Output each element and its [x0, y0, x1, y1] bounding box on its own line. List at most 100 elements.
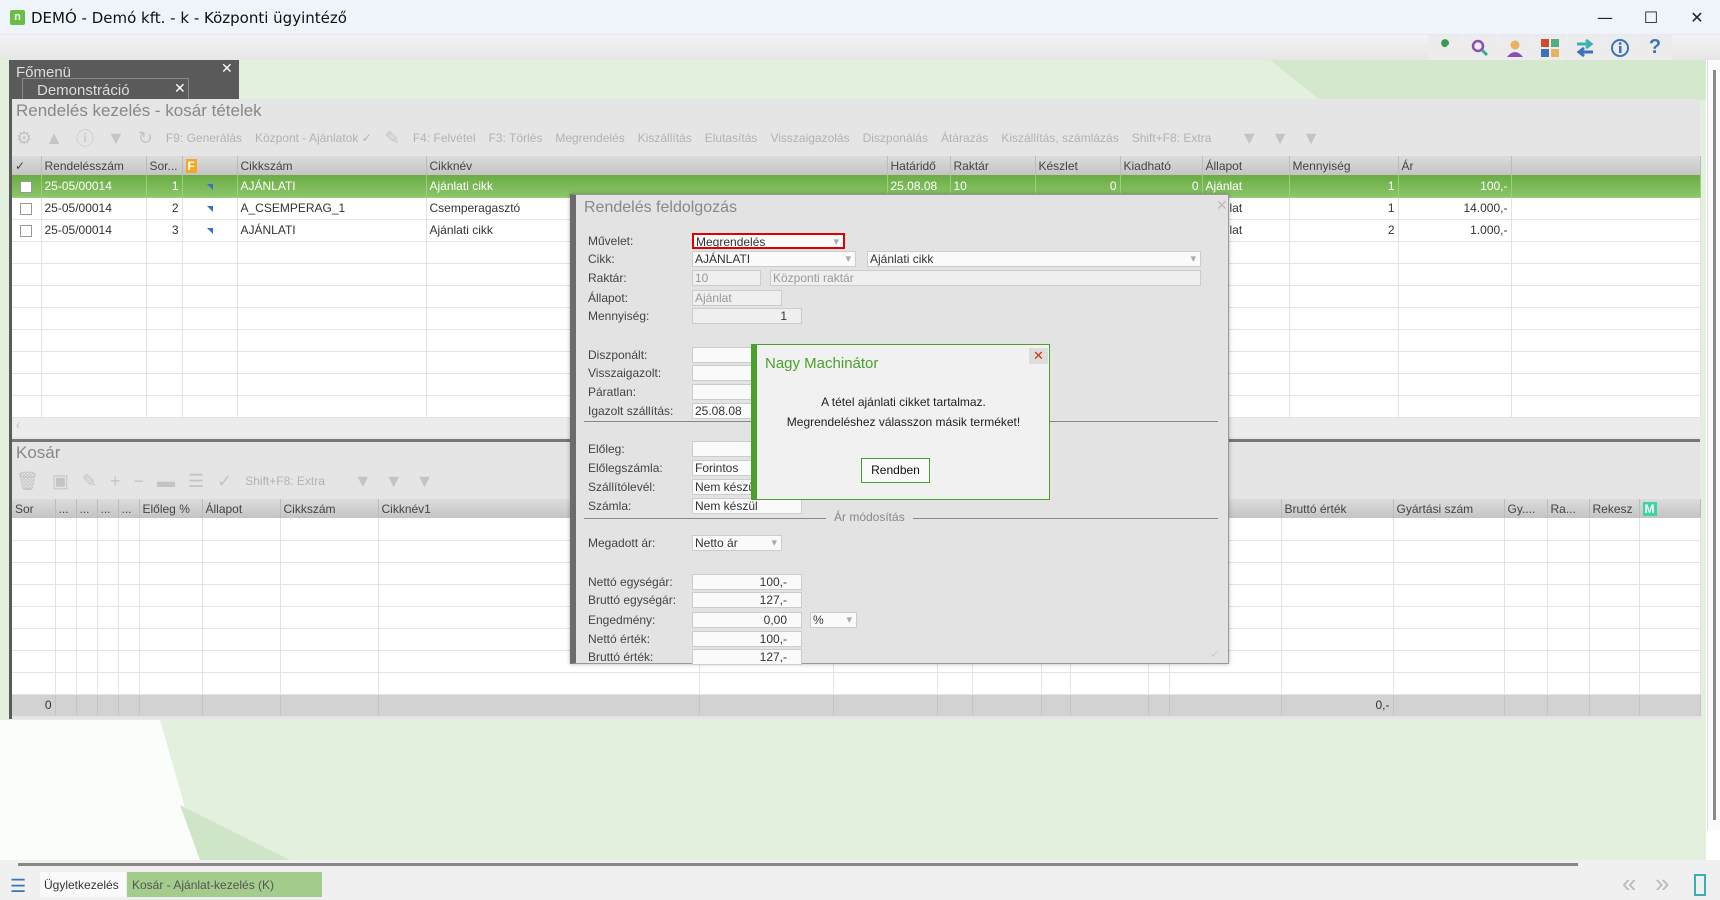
column-header[interactable]: Határidő — [887, 156, 951, 175]
column-header[interactable]: Készlet — [1035, 156, 1121, 175]
column-header[interactable]: Cikkszám — [237, 156, 427, 175]
column-header[interactable]: Cikknév — [426, 156, 888, 175]
column-header[interactable]: Sor — [12, 499, 56, 518]
up-icon[interactable]: ▲ — [45, 128, 63, 149]
help-icon[interactable]: ? — [1638, 35, 1672, 60]
toolbar-button[interactable]: Diszponálás — [863, 131, 928, 145]
item-name-select[interactable]: Ajánlati cikk — [867, 251, 1201, 267]
search-icon[interactable] — [1463, 35, 1497, 60]
filter-clear-icon[interactable]: ▼ — [385, 471, 403, 492]
gross-unit-price-field[interactable]: 127,- — [692, 592, 802, 608]
alert-close-button[interactable]: ✕ — [1029, 348, 1048, 364]
column-header[interactable]: ... — [118, 499, 140, 518]
demo-tab[interactable]: Demonstráció ✕ — [22, 78, 189, 100]
filter-icon[interactable]: ▼ — [1240, 128, 1258, 149]
edit-icon[interactable]: ✎ — [385, 128, 400, 149]
column-header-flag[interactable]: F — [182, 156, 238, 175]
edit-icon[interactable]: ✎ — [82, 471, 97, 492]
column-header[interactable]: Sor... — [146, 156, 183, 175]
toolbar-button[interactable]: Központ - Ajánlatok ✓ — [255, 131, 372, 145]
basket-extra-button[interactable]: Shift+F8: Extra — [245, 474, 325, 488]
column-header[interactable]: Cikkszám — [280, 499, 379, 518]
filter-icon[interactable]: ▼ — [107, 128, 125, 149]
menu-icon[interactable]: ☰ — [10, 876, 28, 897]
net-unit-price-field[interactable]: 100,- — [692, 574, 802, 590]
toolbar-button[interactable]: Átárazás — [941, 131, 988, 145]
resize-grip-icon[interactable]: ✓ — [1210, 647, 1220, 661]
row-checkbox[interactable] — [12, 219, 42, 242]
plus-icon[interactable]: + — [110, 471, 121, 492]
panel-icon[interactable] — [1694, 874, 1706, 896]
filter-icon[interactable]: ▼ — [354, 471, 372, 492]
calendar-icon[interactable]: ▬ — [157, 471, 175, 492]
trash-all-icon[interactable]: ▣ — [52, 471, 69, 492]
column-header[interactable]: Előleg % — [139, 499, 203, 518]
column-header[interactable]: ✓ — [12, 156, 42, 175]
wrench-icon[interactable] — [1428, 35, 1462, 60]
column-header[interactable]: Ra... — [1547, 499, 1590, 518]
column-header[interactable]: ... — [55, 499, 77, 518]
main-menu-tab[interactable]: Főmenü ✕ Demonstráció ✕ — [9, 60, 239, 100]
dialog-close-icon[interactable]: ✕ — [1216, 197, 1228, 214]
column-header-m[interactable]: M — [1639, 499, 1701, 518]
toolbar-button[interactable]: F4: Felvétel — [413, 131, 476, 145]
close-main-menu-icon[interactable]: ✕ — [221, 60, 233, 77]
filter-add-icon[interactable]: ▼ — [416, 471, 434, 492]
toolbar-button[interactable]: Visszaigazolás — [770, 131, 849, 145]
row-checkbox[interactable] — [12, 197, 42, 220]
window-scrollbar[interactable] — [1707, 60, 1720, 830]
column-header[interactable]: Állapot — [1202, 156, 1290, 175]
filter-clear-icon[interactable]: ▼ — [1271, 128, 1289, 149]
taskbar-item-basket[interactable]: Kosár - Ajánlat-kezelés (K) — [127, 872, 322, 897]
column-header[interactable]: Ár — [1398, 156, 1512, 175]
toolbar-button[interactable]: Megrendelés — [555, 131, 624, 145]
column-header[interactable]: ... — [76, 499, 98, 518]
minus-icon[interactable]: − — [133, 471, 144, 492]
next-icon[interactable]: » — [1655, 868, 1669, 899]
user-icon[interactable] — [1498, 35, 1532, 60]
row-checkbox[interactable] — [12, 175, 42, 198]
column-header[interactable]: Gy.... — [1504, 499, 1548, 518]
close-window-button[interactable]: ✕ — [1674, 5, 1720, 31]
list-icon[interactable]: ☰ — [188, 471, 204, 492]
discount-unit-select[interactable]: % — [810, 612, 857, 628]
info-icon[interactable] — [1603, 35, 1637, 60]
item-code-select[interactable]: AJÁNLATI — [692, 251, 856, 267]
toolbar-button[interactable]: Kiszállítás — [638, 131, 692, 145]
info-icon[interactable]: ⓘ — [76, 125, 94, 151]
invoice-select[interactable]: Nem készül — [692, 498, 802, 514]
column-header[interactable]: Raktár — [950, 156, 1036, 175]
taskbar-scrollbar[interactable] — [18, 863, 1578, 866]
quantity-field: 1 — [692, 308, 802, 324]
maximize-button[interactable]: ☐ — [1628, 5, 1674, 31]
filter-add-icon[interactable]: ▼ — [1302, 128, 1320, 149]
column-header[interactable]: Rekesz — [1589, 499, 1640, 518]
taskbar-item-ugyletkezeles[interactable]: Ügyletkezelés — [40, 872, 126, 897]
operation-select[interactable]: Megrendelés — [692, 233, 845, 249]
column-header[interactable] — [1511, 156, 1701, 175]
column-header[interactable]: Rendelésszám — [41, 156, 147, 175]
refresh-icon[interactable]: ↻ — [138, 128, 153, 149]
check-icon[interactable]: ✓ — [217, 471, 232, 492]
toolbar-button[interactable]: Kiszállítás, számlázás — [1001, 131, 1118, 145]
discount-field[interactable]: 0,00 — [692, 612, 802, 628]
swap-icon[interactable] — [1568, 35, 1602, 60]
prev-icon[interactable]: « — [1622, 868, 1636, 899]
ok-button[interactable]: Rendben — [861, 458, 930, 483]
trash-icon[interactable]: 🗑 — [16, 471, 39, 492]
column-header[interactable]: Kiadható — [1120, 156, 1203, 175]
minimize-button[interactable]: — — [1582, 5, 1628, 31]
toolbar-button[interactable]: F3: Törlés — [489, 131, 543, 145]
robot-icon[interactable]: ⚙ — [16, 128, 32, 149]
column-header[interactable]: Gyártási szám — [1393, 499, 1505, 518]
toolbar-button[interactable]: Elutasítás — [705, 131, 758, 145]
column-header[interactable]: Bruttó érték — [1281, 499, 1394, 518]
close-demo-tab-icon[interactable]: ✕ — [174, 80, 186, 97]
column-header[interactable]: ... — [97, 499, 119, 518]
column-header[interactable]: Állapot — [202, 499, 281, 518]
column-header[interactable]: Mennyiség — [1289, 156, 1399, 175]
given-price-select[interactable]: Netto ár — [692, 535, 782, 551]
toolbar-button[interactable]: Shift+F8: Extra — [1132, 131, 1212, 145]
tiles-icon[interactable] — [1533, 35, 1567, 60]
toolbar-button[interactable]: F9: Generálás — [166, 131, 242, 145]
